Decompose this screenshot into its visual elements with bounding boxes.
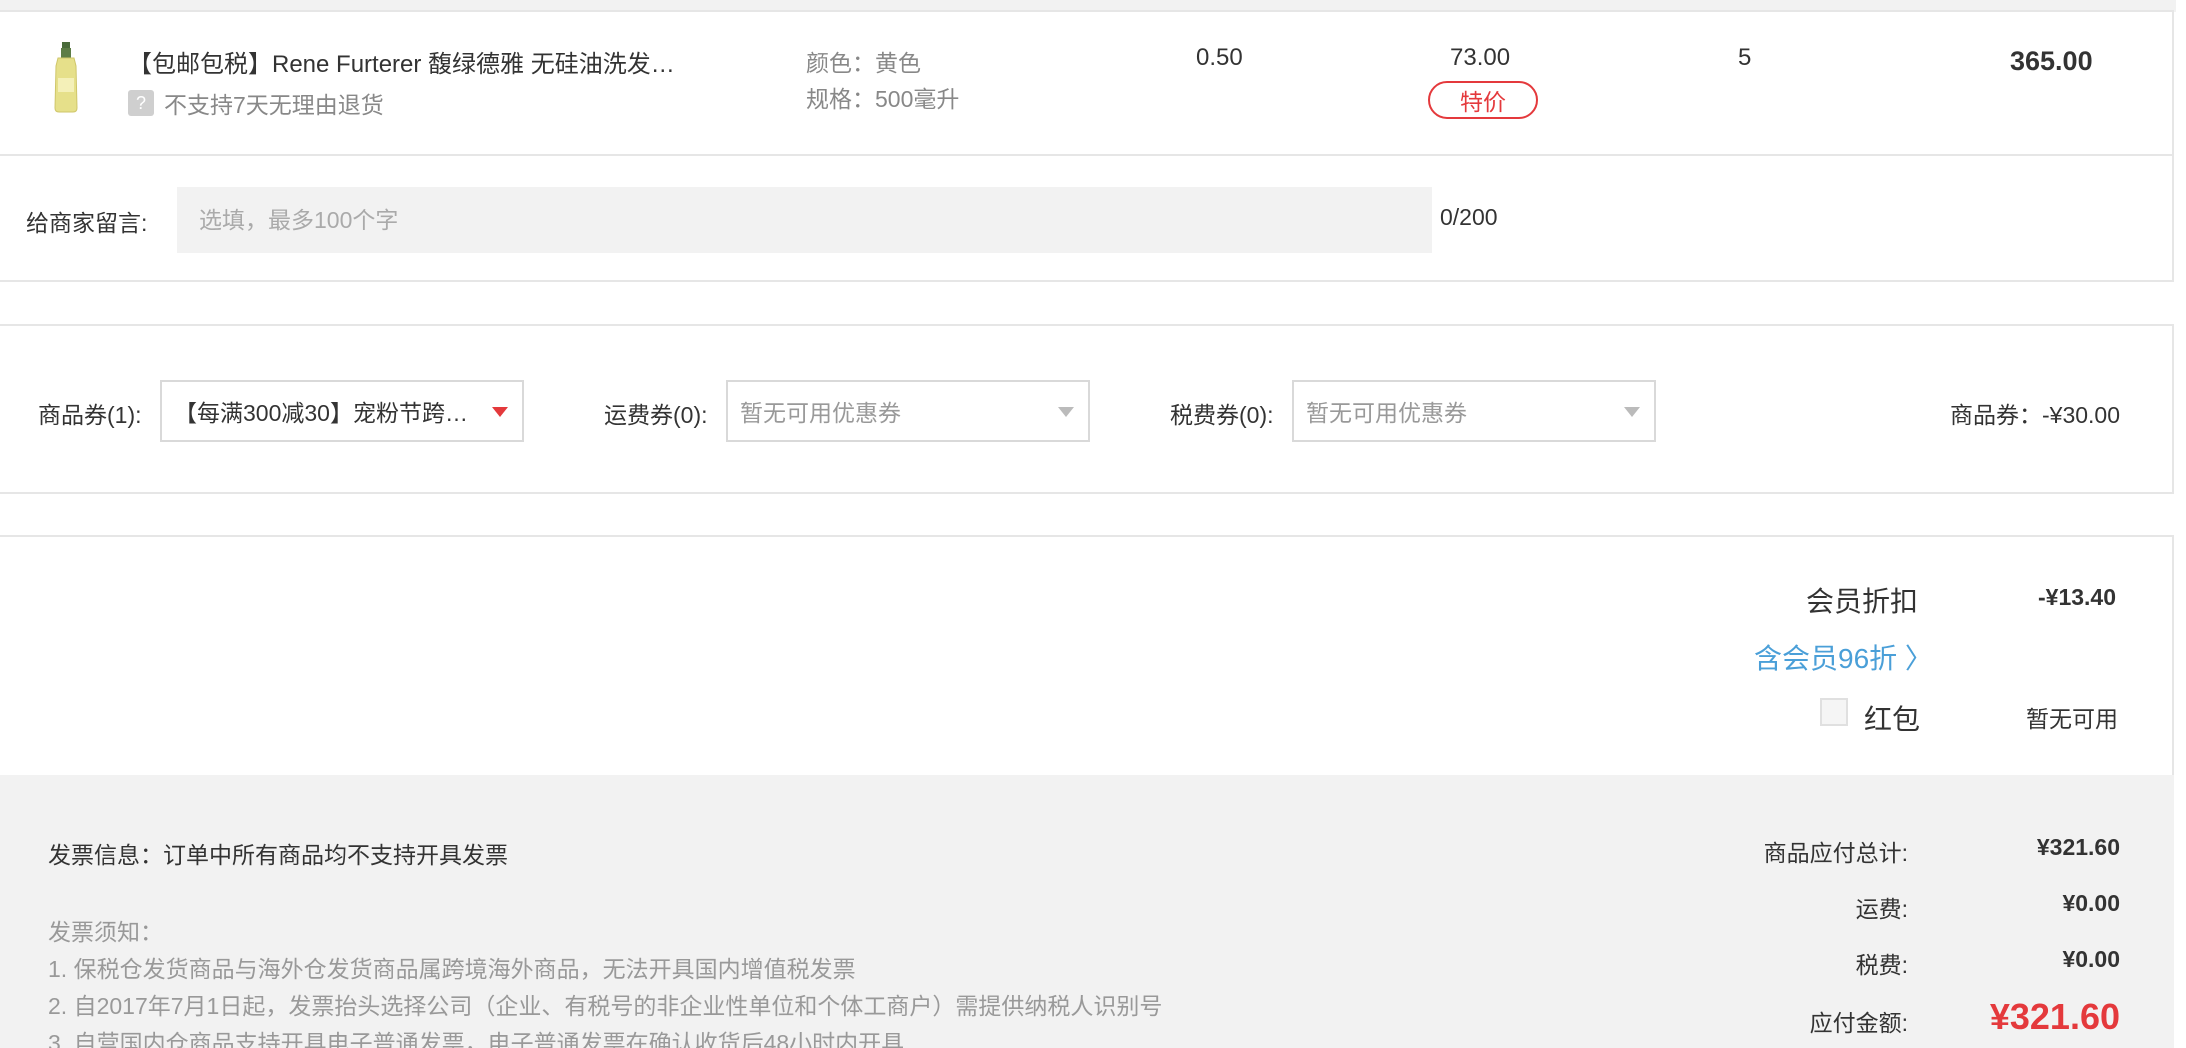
return-policy-text: 不支持7天无理由退货 <box>164 92 384 118</box>
tax-coupon-select[interactable]: 暂无可用优惠券 <box>1292 380 1656 442</box>
tax-fee-value: ¥0.00 <box>2062 946 2120 972</box>
spec-label: 规格： <box>806 86 875 112</box>
member-discount-label: 会员折扣 <box>1806 586 1919 617</box>
goods-total-value: ¥321.60 <box>2036 834 2120 860</box>
return-policy: ? 不支持7天无理由退货 <box>128 86 384 120</box>
tax-fee-label: 税费: <box>1855 952 1908 978</box>
color-label: 颜色： <box>806 50 875 76</box>
caret-down-icon <box>1058 407 1074 417</box>
goods-coupon-label: 商品券(1): <box>38 402 142 428</box>
coupon-total: 商品券：-¥30.00 <box>1950 402 2121 428</box>
item-subtotal: 365.00 <box>2010 46 2093 76</box>
redpack-checkbox[interactable] <box>1820 698 1848 726</box>
goods-coupon-value: 【每满300减30】宠粉节跨… <box>174 400 468 426</box>
redpack-value: 暂无可用 <box>2026 706 2118 732</box>
shipping-fee-value: ¥0.00 <box>2062 890 2120 916</box>
goods-total-label: 商品应付总计: <box>1763 840 1908 866</box>
redpack-label: 红包 <box>1864 704 1921 735</box>
tax-coupon-value: 暂无可用优惠券 <box>1306 400 1467 426</box>
shipping-coupon-value: 暂无可用优惠券 <box>740 400 901 426</box>
invoice-notes-title: 发票须知： <box>48 919 163 945</box>
shipping-coupon-select[interactable]: 暂无可用优惠券 <box>726 380 1090 442</box>
spec-value: 500毫升 <box>875 86 960 112</box>
unit-price: 73.00 <box>1450 44 1511 71</box>
message-label: 给商家留言: <box>26 210 148 236</box>
product-weight: 0.50 <box>1196 44 1243 71</box>
message-input[interactable] <box>177 187 1432 253</box>
shampoo-bottle-icon[interactable] <box>46 42 86 114</box>
caret-down-icon <box>492 407 508 417</box>
product-color: 颜色：黄色 <box>806 44 921 78</box>
member-discount-value: -¥13.40 <box>2038 584 2117 610</box>
product-spec: 规格：500毫升 <box>806 80 959 114</box>
question-icon: ? <box>128 90 154 116</box>
product-title[interactable]: 【包邮包税】Rene Furterer 馥绿德雅 无硅油洗发… <box>128 44 675 79</box>
member-discount-link[interactable]: 含会员96折 〉 <box>1754 637 1933 677</box>
invoice-info: 发票信息：订单中所有商品均不支持开具发票 <box>48 842 508 868</box>
goods-coupon-select[interactable]: 【每满300减30】宠粉节跨… <box>160 380 524 442</box>
checkout-page: 【包邮包税】Rene Furterer 馥绿德雅 无硅油洗发… ? 不支持7天无… <box>0 0 2176 1048</box>
tax-coupon-label: 税费券(0): <box>1170 402 1274 428</box>
color-value: 黄色 <box>875 50 921 76</box>
invoice-note: 3. 自营国内仓商品支持开具电子普通发票，电子普通发票在确认收货后48小时内开具 <box>48 1030 905 1048</box>
special-price-badge: 特价 <box>1428 81 1538 119</box>
shipping-coupon-label: 运费券(0): <box>604 402 708 428</box>
message-counter: 0/200 <box>1440 204 1498 230</box>
amount-due-label: 应付金额: <box>1809 1010 1908 1036</box>
invoice-note: 1. 保税仓发货商品与海外仓发货商品属跨境海外商品，无法开具国内增值税发票 <box>48 956 856 982</box>
shipping-fee-label: 运费: <box>1855 896 1908 922</box>
row-divider <box>0 154 2174 156</box>
caret-down-icon <box>1624 407 1640 417</box>
amount-due-value: ¥321.60 <box>1989 996 2120 1037</box>
quantity: 5 <box>1738 44 1752 71</box>
invoice-note: 2. 自2017年7月1日起，发票抬头选择公司（企业、有税号的非企业性单位和个体… <box>48 993 1163 1019</box>
